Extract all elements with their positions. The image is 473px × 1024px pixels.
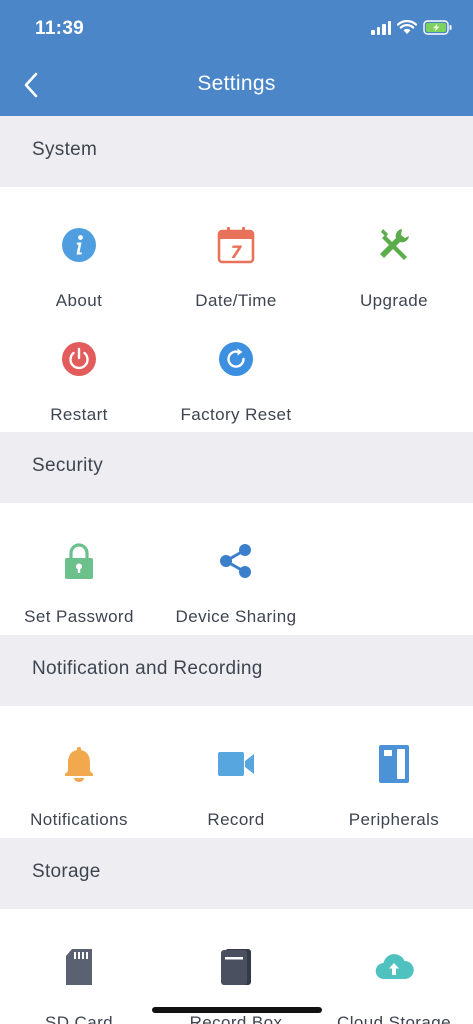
tile-label: Record Box	[189, 1013, 283, 1024]
peripherals-button[interactable]: Peripherals	[315, 744, 473, 830]
tile-label: Restart	[50, 405, 108, 424]
tile-label: Date/Time	[195, 291, 277, 310]
tile-label: Set Password	[24, 607, 134, 626]
section-header-system: System	[0, 116, 473, 187]
section-title: Storage	[32, 861, 101, 882]
tile-label: Cloud Storage	[337, 1013, 451, 1024]
info-icon	[59, 225, 99, 265]
section-title: Security	[32, 455, 104, 476]
section-header-notification-recording: Notification and Recording	[0, 635, 473, 706]
tile-label: Upgrade	[359, 291, 428, 310]
power-icon	[59, 339, 99, 379]
cellular-signal-icon	[371, 20, 391, 35]
share-icon	[216, 541, 256, 581]
section-header-security: Security	[0, 432, 473, 503]
section-title: System	[32, 139, 98, 160]
tile-label: Notifications	[30, 810, 128, 829]
cloud-storage-button[interactable]: Cloud Storage	[315, 947, 473, 1024]
about-button[interactable]: About	[0, 225, 158, 311]
tile-label: About	[55, 291, 103, 310]
tile-label: SD Card	[45, 1013, 113, 1024]
record-button[interactable]: Record	[157, 744, 315, 830]
notifications-button[interactable]: Notifications	[0, 744, 158, 830]
tools-icon	[374, 225, 414, 265]
wifi-icon	[397, 20, 417, 34]
bell-icon	[59, 744, 99, 784]
tile-label: Peripherals	[348, 810, 440, 829]
sd-card-button[interactable]: SD Card	[0, 947, 158, 1024]
section-header-storage: Storage	[0, 838, 473, 909]
lock-icon	[59, 541, 99, 581]
home-indicator[interactable]	[152, 1007, 322, 1013]
device-sharing-button[interactable]: Device Sharing	[157, 541, 315, 627]
factory-reset-button[interactable]: Factory Reset	[157, 339, 315, 425]
upgrade-button[interactable]: Upgrade	[315, 225, 473, 311]
tile-label: Record	[207, 810, 265, 829]
tile-label: Factory Reset	[180, 405, 292, 424]
reset-icon	[216, 339, 256, 379]
sd-card-icon	[59, 947, 99, 987]
status-icons	[371, 20, 453, 35]
navigation-header: 11:39 Settings	[0, 0, 473, 116]
tile-label: Device Sharing	[175, 607, 297, 626]
record-box-icon	[216, 947, 256, 987]
status-time: 11:39	[35, 18, 85, 39]
svg-text:7: 7	[230, 243, 242, 263]
battery-charging-icon	[423, 20, 452, 35]
video-camera-icon	[216, 744, 256, 784]
peripherals-icon	[374, 744, 414, 784]
cloud-upload-icon	[374, 947, 414, 987]
section-title: Notification and Recording	[32, 658, 263, 679]
page-title: Settings	[197, 72, 276, 95]
set-password-button[interactable]: Set Password	[0, 541, 158, 627]
date-time-button[interactable]: 7 Date/Time	[157, 225, 315, 311]
calendar-icon: 7	[216, 225, 256, 265]
restart-button[interactable]: Restart	[0, 339, 158, 425]
